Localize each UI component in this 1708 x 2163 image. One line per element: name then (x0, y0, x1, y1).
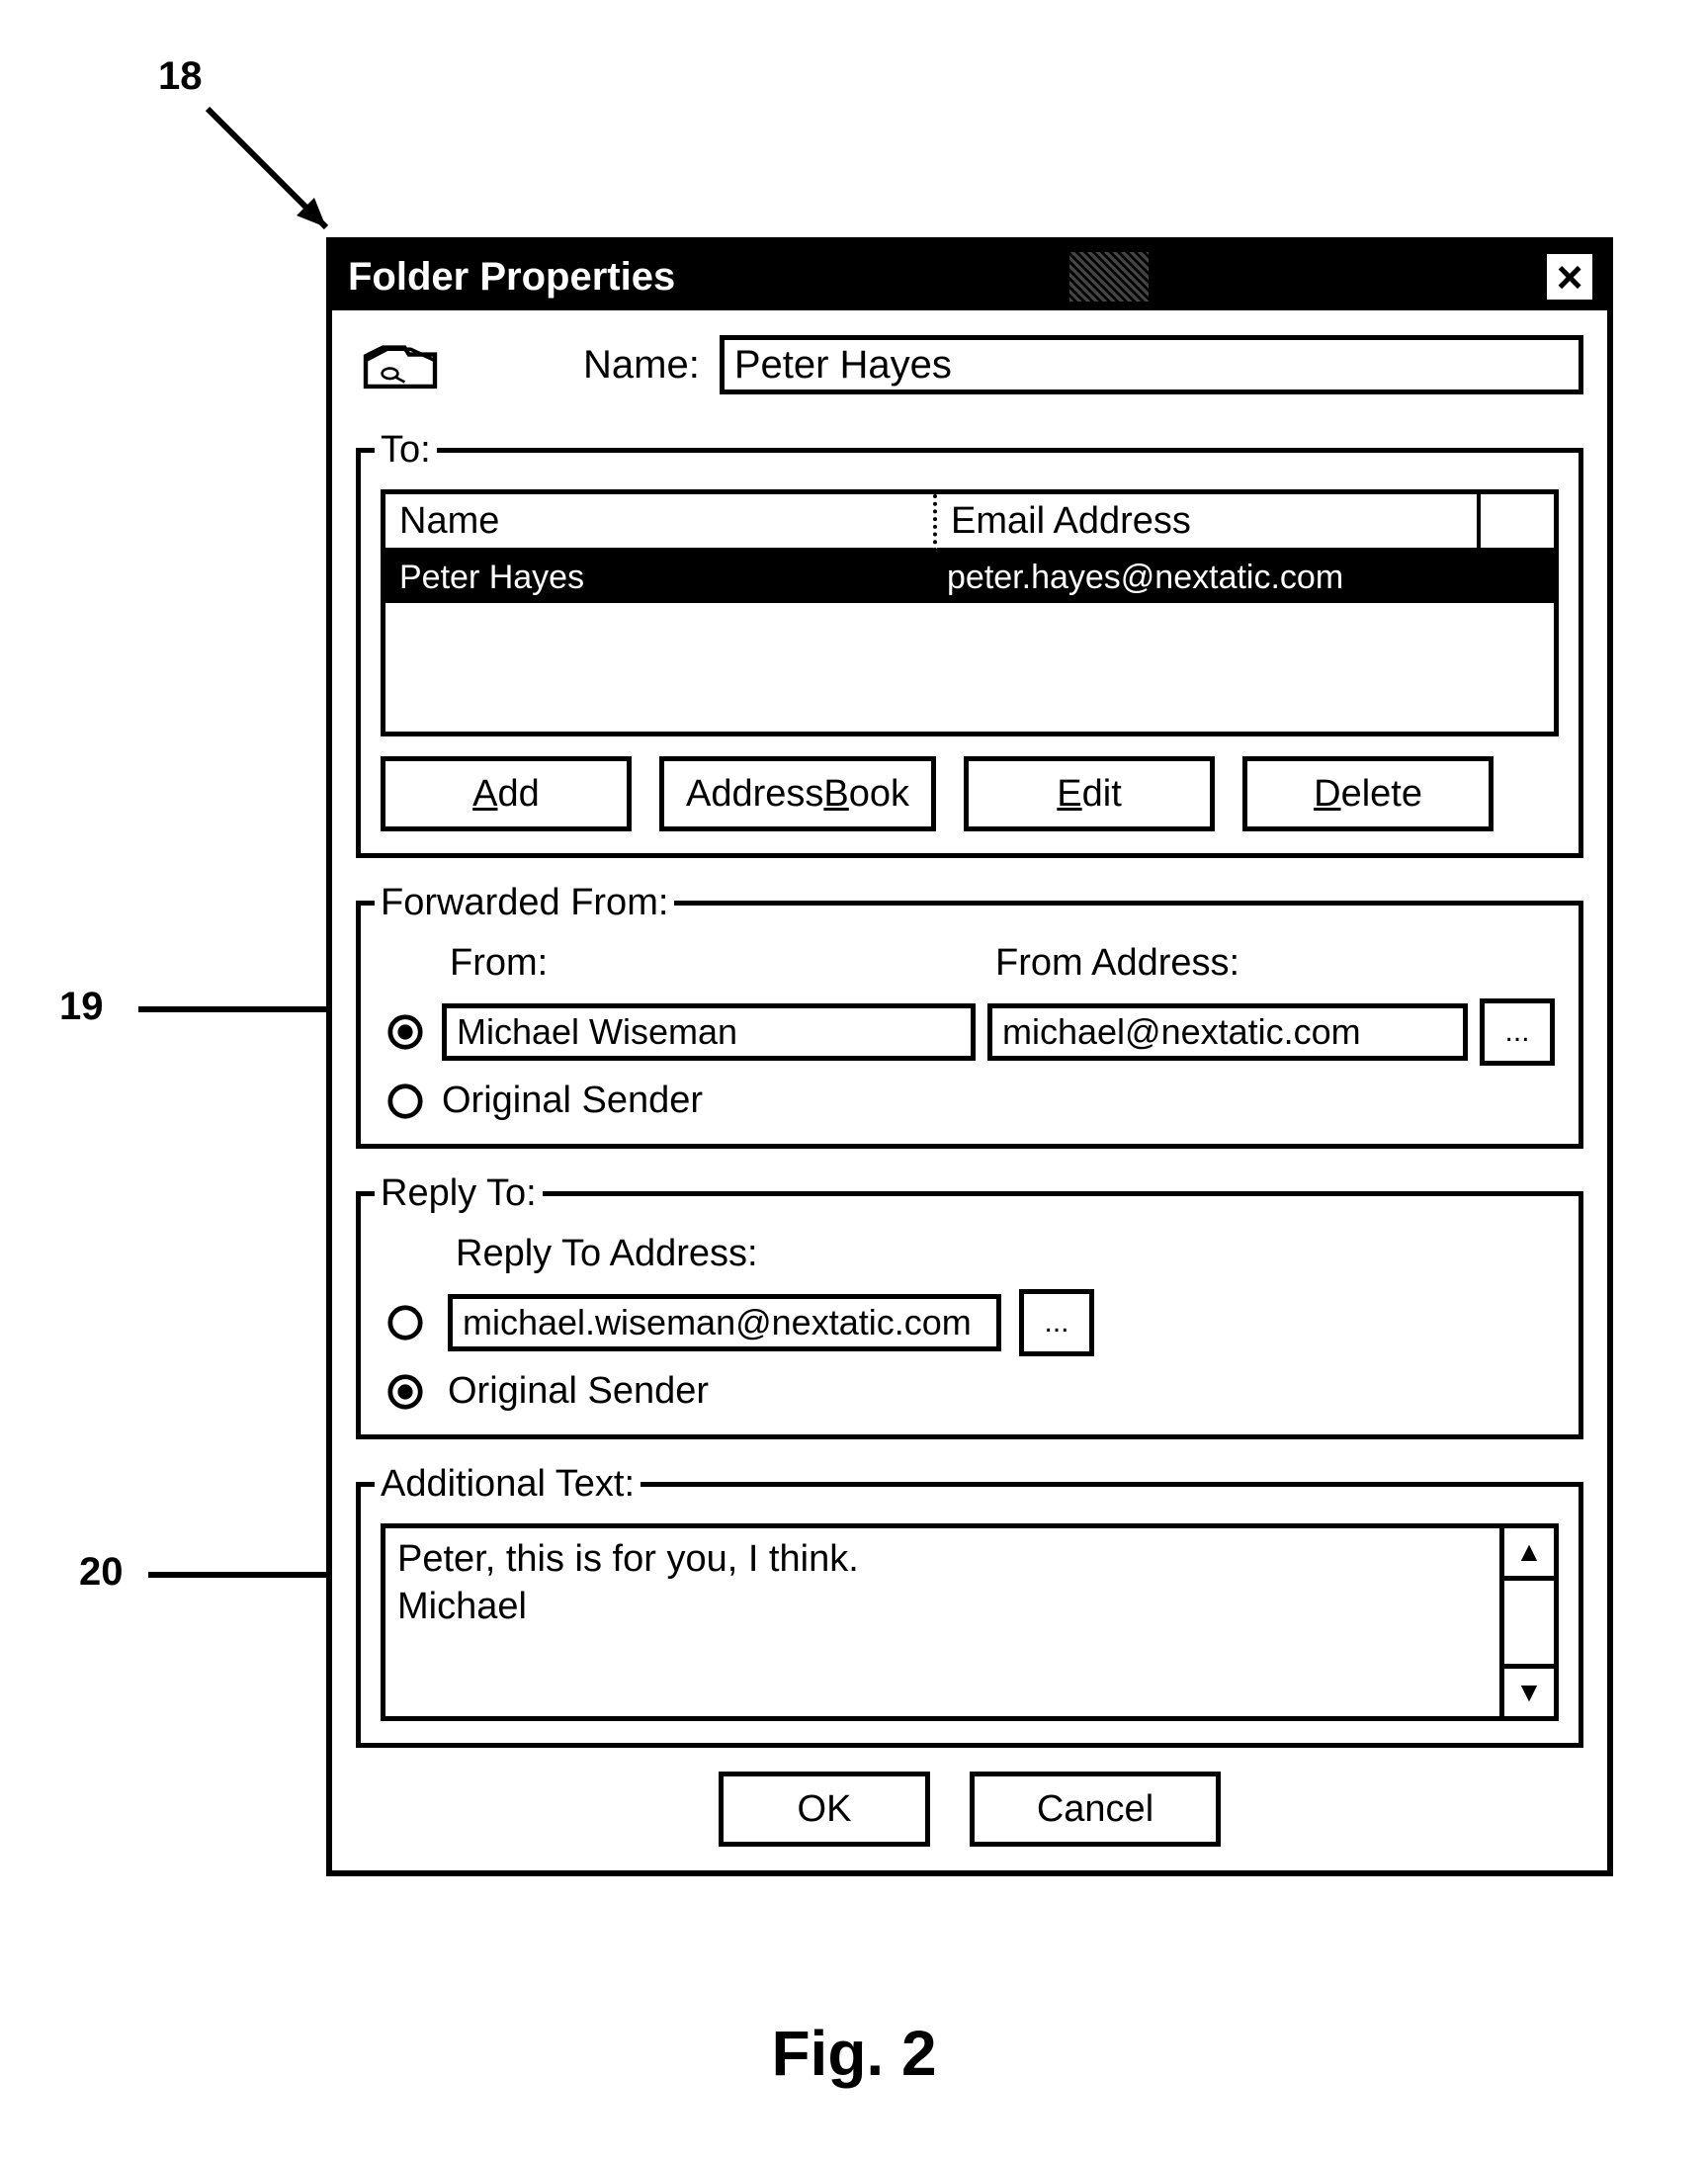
scroll-down-icon[interactable]: ▼ (1504, 1664, 1554, 1716)
name-input[interactable] (720, 335, 1583, 394)
reply-to-group: Reply To: Reply To Address: ... Original… (356, 1172, 1583, 1439)
edit-button[interactable]: Edit (964, 756, 1215, 831)
ok-button[interactable]: OK (719, 1772, 930, 1847)
callout-19: 19 (59, 985, 104, 1029)
close-button[interactable]: × (1542, 249, 1597, 304)
cancel-button[interactable]: Cancel (970, 1772, 1221, 1847)
textarea-scrollbar[interactable]: ▲ ▼ (1499, 1528, 1554, 1716)
additional-text-group: Additional Text: Peter, this is for you,… (356, 1463, 1583, 1748)
to-header-name[interactable]: Name (385, 494, 937, 552)
reply-to-address-label: Reply To Address: (448, 1233, 1098, 1275)
titlebar[interactable]: Folder Properties × (332, 243, 1607, 310)
to-group: To: Name Email Address Peter Hayes peter… (356, 429, 1583, 858)
reply-to-specific-radio[interactable] (386, 1304, 424, 1341)
scroll-up-icon[interactable]: ▲ (1504, 1528, 1554, 1581)
reply-to-original-sender-label: Original Sender (448, 1370, 1098, 1413)
reply-to-original-sender-radio[interactable] (386, 1373, 424, 1411)
callout-20-line (148, 1572, 346, 1578)
from-address-input[interactable] (987, 1003, 1468, 1061)
from-specific-radio[interactable] (386, 1013, 424, 1051)
from-address-browse-button[interactable]: ... (1480, 998, 1555, 1066)
name-label: Name: (583, 343, 700, 388)
close-icon: × (1557, 254, 1583, 300)
reply-to-address-input[interactable] (448, 1294, 1001, 1351)
dialog-title: Folder Properties (348, 255, 675, 300)
callout-19-line (138, 1006, 336, 1012)
to-button-row: Add Address Book Edit Delete (381, 756, 1559, 831)
reply-to-browse-button[interactable]: ... (1019, 1289, 1094, 1356)
from-name-input[interactable] (442, 1003, 976, 1061)
callout-18: 18 (158, 54, 203, 99)
to-row-email: peter.hayes@nextatic.com (933, 552, 1554, 603)
to-row-selected[interactable]: Peter Hayes peter.hayes@nextatic.com (385, 552, 1554, 603)
callout-20: 20 (79, 1550, 124, 1595)
dialog-footer-buttons: OK Cancel (356, 1772, 1583, 1847)
folder-icon (356, 330, 445, 399)
forwarded-from-group: Forwarded From: From: From Address: ... … (356, 882, 1583, 1149)
to-table[interactable]: Name Email Address Peter Hayes peter.hay… (381, 489, 1559, 736)
from-original-sender-radio[interactable] (386, 1082, 424, 1120)
from-address-label: From Address: (987, 942, 1468, 985)
additional-text-area-wrap: Peter, this is for you, I think. Michael… (381, 1523, 1559, 1721)
from-original-sender-label: Original Sender (442, 1080, 1559, 1122)
to-legend: To: (375, 429, 437, 472)
name-row: Name: (356, 330, 1583, 399)
forwarded-from-legend: Forwarded From: (375, 882, 674, 924)
to-table-empty-area[interactable] (385, 603, 1554, 732)
callout-18-arrow (198, 99, 346, 247)
to-header-email[interactable]: Email Address (937, 494, 1481, 552)
additional-text-legend: Additional Text: (375, 1463, 640, 1506)
dialog-body: Name: To: Name Email Address Peter Hayes… (332, 310, 1607, 1870)
from-label: From: (442, 942, 976, 985)
to-row-name: Peter Hayes (385, 552, 933, 603)
add-button[interactable]: Add (381, 756, 632, 831)
folder-properties-dialog: Folder Properties × Name: To: (326, 237, 1613, 1876)
delete-button[interactable]: Delete (1242, 756, 1494, 831)
figure-caption: Fig. 2 (0, 2017, 1708, 2090)
titlebar-texture (675, 252, 1542, 302)
address-book-button[interactable]: Address Book (659, 756, 936, 831)
additional-text-area[interactable]: Peter, this is for you, I think. Michael (385, 1528, 1499, 1716)
reply-to-legend: Reply To: (375, 1172, 543, 1215)
to-header-spacer (1481, 494, 1554, 552)
to-table-header: Name Email Address (385, 494, 1554, 552)
scroll-track[interactable] (1504, 1581, 1554, 1664)
